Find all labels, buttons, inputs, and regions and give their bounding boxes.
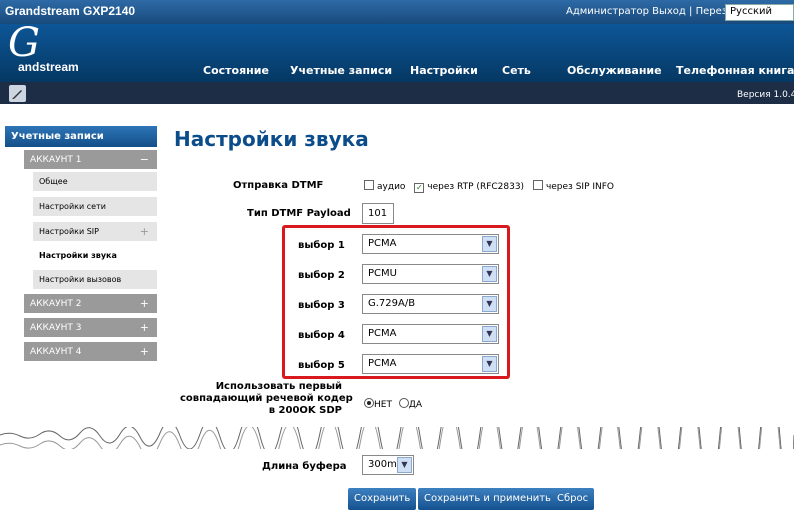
account-4-label: АККАУНТ 4	[30, 347, 82, 357]
radio-yes[interactable]	[398, 398, 409, 408]
account-2-label: АККАУНТ 2	[30, 299, 82, 309]
account-1-label: АККАУНТ 1	[30, 155, 82, 165]
dtmf-rtp-label: через RTP (RFC2833)	[427, 182, 525, 192]
sidebar-item-audio-settings[interactable]: Настройки звука	[33, 246, 157, 265]
page-title: Настройки звука	[174, 127, 369, 151]
sidebar-account-4[interactable]: АККАУНТ 4 +	[24, 342, 157, 361]
sidebar-item-label: Общее	[39, 177, 68, 186]
torn-edge-divider	[0, 427, 794, 449]
sidebar-header[interactable]: Учетные записи	[5, 126, 157, 147]
top-separator: |	[689, 6, 693, 17]
collapse-icon: −	[139, 153, 149, 166]
dtmf-audio-option[interactable]: аудио	[364, 180, 408, 192]
model-name: Grandstream GXP2140	[5, 4, 136, 18]
sidebar-account-2[interactable]: АККАУНТ 2 +	[24, 294, 157, 313]
language-value: Русский	[730, 6, 772, 17]
top-bar-content: Grandstream GXP2140 Администратор Выход …	[0, 0, 794, 24]
sidebar-item-label: Настройки SIP	[39, 227, 99, 236]
save-apply-button[interactable]: Сохранить и применить	[418, 488, 557, 510]
checkbox-icon[interactable]	[532, 180, 543, 190]
firmware-version: Версия 1.0.4.1	[737, 90, 794, 100]
first-codec-label-line2: совпадающий речевой кодер	[180, 393, 353, 404]
chevron-down-icon: ▼	[397, 457, 412, 473]
language-select[interactable]: Русский	[725, 4, 794, 21]
checkbox-icon[interactable]	[364, 180, 374, 190]
first-codec-label-line1: Использовать первый	[215, 381, 342, 392]
sidebar-item-label: Настройки звука	[39, 251, 117, 260]
nav-network[interactable]: Сеть	[502, 64, 531, 77]
edit-icon[interactable]	[9, 85, 26, 102]
nav-phonebook[interactable]: Телефонная книга	[676, 64, 794, 77]
buffer-label: Длина буфера	[262, 461, 347, 472]
expand-icon: +	[139, 297, 149, 310]
expand-icon: +	[139, 321, 149, 334]
dtmf-audio-label: аудио	[377, 182, 406, 192]
nav-maintenance[interactable]: Обслуживание	[567, 64, 662, 77]
sidebar-item-label: Настройки вызовов	[39, 275, 122, 284]
buffer-select[interactable]: 300ms ▼	[362, 455, 414, 475]
radio-no-label: НЕТ	[374, 400, 392, 410]
payload-input[interactable]: 101	[362, 203, 394, 224]
first-codec-label: Использовать первый совпадающий речевой …	[180, 381, 353, 417]
radio-no[interactable]	[364, 398, 374, 408]
nav-accounts[interactable]: Учетные записи	[290, 64, 392, 77]
dtmf-options: аудио ✓ через RTP (RFC2833) через SIP INF…	[364, 180, 620, 193]
first-codec-options: НЕТ ДА	[364, 398, 422, 410]
expand-icon: +	[139, 225, 149, 238]
radio-yes-label: ДА	[408, 400, 423, 410]
sidebar-account-3[interactable]: АККАУНТ 3 +	[24, 318, 157, 337]
dtmf-label: Отправка DTMF	[233, 180, 324, 191]
first-codec-label-line3: в 200OK SDP	[268, 405, 342, 416]
save-button[interactable]: Сохранить	[348, 488, 417, 510]
sidebar-account-1[interactable]: АККАУНТ 1 −	[24, 150, 157, 169]
nav-settings[interactable]: Настройки	[410, 64, 478, 77]
logout-link[interactable]: Выход	[652, 6, 686, 17]
account-3-label: АККАУНТ 3	[30, 323, 82, 333]
reset-button[interactable]: Сброс	[551, 488, 595, 510]
main-navbar	[0, 24, 794, 82]
expand-icon: +	[139, 345, 149, 358]
sidebar-item-sip-settings[interactable]: Настройки SIP +	[33, 222, 157, 241]
dtmf-sipinfo-label: через SIP INFO	[545, 182, 615, 192]
sidebar-item-network-settings[interactable]: Настройки сети	[33, 197, 157, 216]
payload-label: Тип DTMF Payload	[247, 208, 351, 219]
admin-link[interactable]: Администратор	[566, 6, 649, 17]
dtmf-rtp-option[interactable]: ✓ через RTP (RFC2833)	[414, 182, 527, 193]
sub-bar	[0, 82, 794, 104]
sidebar-item-general[interactable]: Общее	[33, 172, 157, 191]
logo-text: andstream	[18, 60, 79, 74]
dtmf-sipinfo-option[interactable]: через SIP INFO	[532, 180, 617, 192]
sidebar-item-label: Настройки сети	[39, 202, 106, 211]
checkbox-checked-icon[interactable]: ✓	[414, 183, 425, 193]
nav-status[interactable]: Состояние	[203, 64, 269, 77]
highlight-box	[282, 225, 510, 379]
sidebar-item-call-settings[interactable]: Настройки вызовов	[33, 270, 157, 289]
